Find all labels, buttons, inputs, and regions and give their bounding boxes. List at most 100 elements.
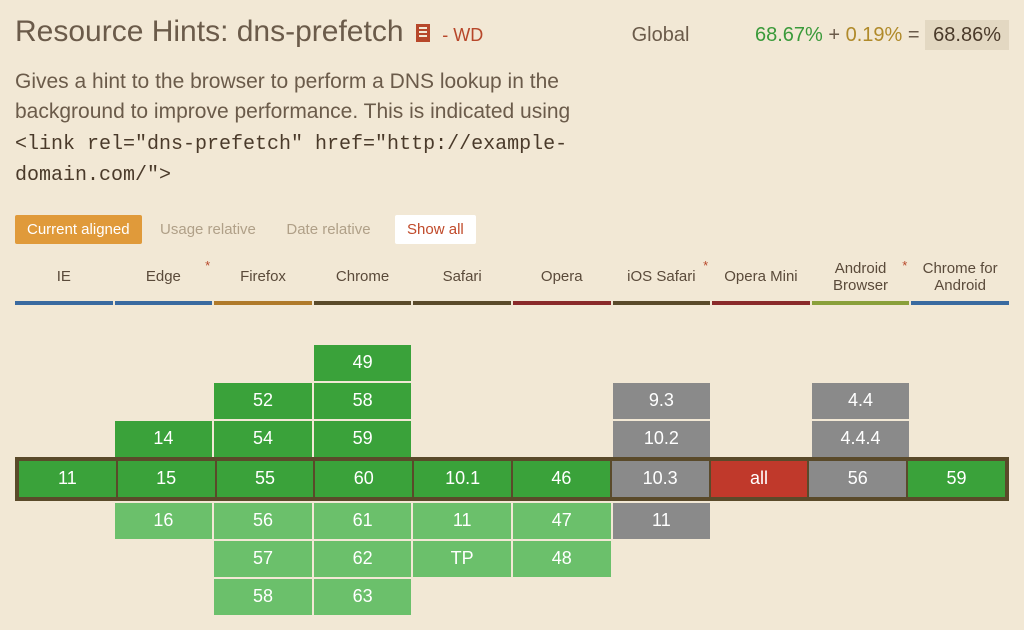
version-cell[interactable]: 10.2	[613, 421, 711, 457]
version-cell[interactable]: 52	[214, 383, 312, 419]
empty-cell	[613, 307, 711, 343]
stats-full: 68.67%	[755, 24, 823, 46]
browser-header[interactable]: Safari	[413, 256, 511, 305]
filter-current-aligned[interactable]: Current aligned	[15, 215, 142, 244]
browser-header[interactable]: Chrome for Android	[911, 256, 1009, 305]
version-cell-current[interactable]: 10.1	[414, 461, 511, 497]
empty-cell	[15, 421, 113, 457]
empty-cell	[115, 383, 213, 419]
spec-doc-icon[interactable]	[416, 24, 430, 42]
version-cell[interactable]: 61	[314, 503, 412, 539]
version-cell[interactable]: 4.4.4	[812, 421, 910, 457]
version-cell-current[interactable]: all	[711, 461, 808, 497]
filter-show-all[interactable]: Show all	[395, 215, 476, 244]
empty-cell	[911, 383, 1009, 419]
version-cell-current[interactable]: 59	[908, 461, 1005, 497]
empty-cell	[513, 579, 611, 615]
version-cell[interactable]: 11	[613, 503, 711, 539]
stats-total: 68.86%	[925, 20, 1009, 50]
version-cell-current[interactable]: 15	[118, 461, 215, 497]
empty-cell	[15, 541, 113, 577]
empty-cell	[911, 307, 1009, 343]
browser-header[interactable]: Firefox	[214, 256, 312, 305]
empty-cell	[115, 307, 213, 343]
browser-header[interactable]: Android Browser	[812, 256, 910, 305]
browser-header[interactable]: iOS Safari	[613, 256, 711, 305]
filter-usage-relative[interactable]: Usage relative	[148, 215, 268, 244]
empty-cell	[314, 307, 412, 343]
empty-cell	[812, 541, 910, 577]
browser-header[interactable]: Opera Mini	[712, 256, 810, 305]
browser-header[interactable]: Chrome	[314, 256, 412, 305]
empty-cell	[812, 579, 910, 615]
version-cell[interactable]: 47	[513, 503, 611, 539]
version-cell[interactable]: 63	[314, 579, 412, 615]
version-cell-current[interactable]: 10.3	[612, 461, 709, 497]
empty-cell	[613, 579, 711, 615]
description-text: Gives a hint to the browser to perform a…	[15, 70, 570, 123]
empty-cell	[712, 579, 810, 615]
version-cell[interactable]: 58	[314, 383, 412, 419]
version-cell-current[interactable]: 11	[19, 461, 116, 497]
empty-cell	[15, 307, 113, 343]
empty-cell	[712, 503, 810, 539]
empty-cell	[911, 421, 1009, 457]
support-grid: IEEdge14Firefox5254Chrome495859SafariOpe…	[15, 256, 1009, 615]
empty-cell	[15, 579, 113, 615]
empty-cell	[812, 503, 910, 539]
version-cell-current[interactable]: 60	[315, 461, 412, 497]
empty-cell	[812, 307, 910, 343]
version-cell[interactable]: 16	[115, 503, 213, 539]
version-cell[interactable]: 11	[413, 503, 511, 539]
version-cell[interactable]: 62	[314, 541, 412, 577]
code-sample: <link rel="dns-prefetch" href="http://ex…	[15, 133, 567, 187]
empty-cell	[115, 541, 213, 577]
empty-cell	[513, 383, 611, 419]
empty-cell	[413, 421, 511, 457]
version-cell[interactable]: 58	[214, 579, 312, 615]
empty-cell	[513, 345, 611, 381]
empty-cell	[214, 345, 312, 381]
empty-cell	[513, 421, 611, 457]
version-cell-current[interactable]: 56	[809, 461, 906, 497]
version-cell[interactable]: 4.4	[812, 383, 910, 419]
version-cell[interactable]: TP	[413, 541, 511, 577]
empty-cell	[115, 345, 213, 381]
filter-date-relative[interactable]: Date relative	[274, 215, 382, 244]
empty-cell	[911, 579, 1009, 615]
version-cell[interactable]: 49	[314, 345, 412, 381]
empty-cell	[812, 345, 910, 381]
version-cell-current[interactable]: 46	[513, 461, 610, 497]
empty-cell	[214, 307, 312, 343]
version-cell[interactable]: 48	[513, 541, 611, 577]
empty-cell	[15, 383, 113, 419]
stats-plus: +	[828, 24, 840, 46]
empty-cell	[911, 503, 1009, 539]
version-cell-current[interactable]: 55	[217, 461, 314, 497]
version-cell[interactable]: 14	[115, 421, 213, 457]
empty-cell	[413, 579, 511, 615]
version-cell[interactable]: 54	[214, 421, 312, 457]
browser-header[interactable]: Opera	[513, 256, 611, 305]
empty-cell	[911, 345, 1009, 381]
filter-bar: Current aligned Usage relative Date rela…	[15, 215, 1009, 244]
empty-cell	[712, 421, 810, 457]
stats-eq: =	[908, 24, 920, 46]
empty-cell	[413, 307, 511, 343]
version-cell[interactable]: 59	[314, 421, 412, 457]
version-cell[interactable]: 57	[214, 541, 312, 577]
empty-cell	[413, 345, 511, 381]
empty-cell	[413, 383, 511, 419]
browser-header[interactable]: IE	[15, 256, 113, 305]
empty-cell	[712, 345, 810, 381]
status-label: - WD	[442, 25, 483, 45]
current-version-row: 1115556010.14610.3all5659	[15, 457, 1009, 501]
empty-cell	[15, 503, 113, 539]
empty-cell	[712, 383, 810, 419]
page-title: Resource Hints: dns-prefetch - WD	[15, 15, 483, 49]
empty-cell	[911, 541, 1009, 577]
version-cell[interactable]: 9.3	[613, 383, 711, 419]
empty-cell	[712, 307, 810, 343]
browser-header[interactable]: Edge	[115, 256, 213, 305]
version-cell[interactable]: 56	[214, 503, 312, 539]
